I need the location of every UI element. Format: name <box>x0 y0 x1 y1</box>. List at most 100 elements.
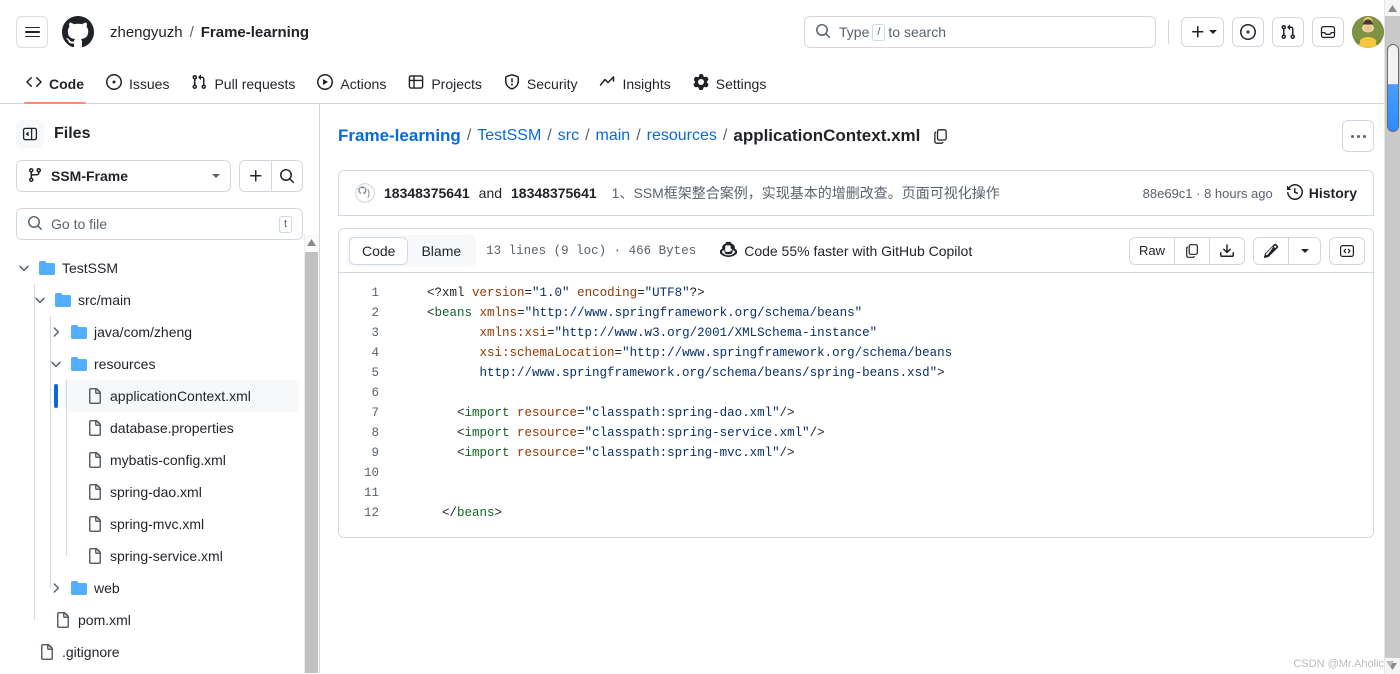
line-number[interactable]: 7 <box>339 403 379 423</box>
sidebar-scrollbar[interactable] <box>304 234 319 673</box>
edit-file-button[interactable] <box>1253 236 1289 265</box>
tab-actions[interactable]: Actions <box>307 64 396 103</box>
breadcrumb-part-3[interactable]: main <box>596 127 631 145</box>
branch-selector[interactable]: SSM-Frame <box>16 160 231 192</box>
code-token-str: "http://www.springframework.org/schema/b… <box>622 346 953 360</box>
git-pull-request-icon <box>1281 24 1296 40</box>
notifications-inbox-button[interactable] <box>1312 17 1344 47</box>
chevron-down-icon[interactable] <box>16 262 32 274</box>
breadcrumb-part-1[interactable]: TestSSM <box>477 127 541 145</box>
file-icon <box>39 644 55 660</box>
tab-settings[interactable]: Settings <box>683 64 777 103</box>
code-line: </beans> <box>427 503 1373 523</box>
issues-button[interactable] <box>1232 17 1264 47</box>
code-icon <box>26 74 42 93</box>
tree-file-spring-service-xml[interactable]: spring-service.xml <box>64 540 299 572</box>
tree-item-label: TestSSM <box>62 260 119 276</box>
tree-file-spring-mvc-xml[interactable]: spring-mvc.xml <box>64 508 299 540</box>
code-token-punct <box>427 346 480 360</box>
tree-folder-web[interactable]: web <box>48 572 299 604</box>
scroll-up-arrow-icon[interactable] <box>1385 0 1400 16</box>
tree-file-applicationcontext-xml[interactable]: applicationContext.xml <box>54 380 299 412</box>
tab-blame-view[interactable]: Blame <box>408 237 474 265</box>
scroll-down-arrow-icon[interactable] <box>1385 658 1400 674</box>
go-to-file-input[interactable]: Go to file t <box>16 208 303 240</box>
tree-file-mybatis-config-xml[interactable]: mybatis-config.xml <box>64 444 299 476</box>
page-scrollbar[interactable] <box>1384 0 1400 674</box>
search-files-button[interactable] <box>271 160 303 192</box>
copy-path-icon[interactable] <box>932 128 949 145</box>
code-token-punct <box>510 446 518 460</box>
line-number[interactable]: 4 <box>339 343 379 363</box>
tree-file--gitignore[interactable]: .gitignore <box>16 636 299 668</box>
code-token-tag: import <box>464 426 510 440</box>
line-number[interactable]: 11 <box>339 483 379 503</box>
tab-code[interactable]: Code <box>16 64 94 104</box>
tree-file-spring-dao-xml[interactable]: spring-dao.xml <box>64 476 299 508</box>
tab-insights[interactable]: Insights <box>589 64 680 103</box>
files-panel-header: Files <box>0 120 319 160</box>
header-divider <box>1168 20 1169 44</box>
raw-button[interactable]: Raw <box>1128 236 1175 265</box>
tab-code-view[interactable]: Code <box>349 236 409 265</box>
tab-projects[interactable]: Projects <box>398 64 492 103</box>
tree-folder-testssm[interactable]: TestSSM <box>16 252 299 284</box>
breadcrumb-part-2[interactable]: src <box>558 127 579 145</box>
line-number[interactable]: 10 <box>339 463 379 483</box>
breadcrumb-separator: / <box>547 127 552 144</box>
tree-item-label: pom.xml <box>78 612 131 628</box>
collapse-sidebar-icon[interactable] <box>16 120 44 148</box>
commit-author-avatar[interactable] <box>355 183 375 203</box>
copilot-cta[interactable]: Code 55% faster with GitHub Copilot <box>720 241 972 261</box>
tree-item-label: applicationContext.xml <box>110 388 251 404</box>
tree-folder-resources[interactable]: resources <box>48 348 299 380</box>
line-number[interactable]: 12 <box>339 503 379 523</box>
breadcrumb-repo[interactable]: Frame-learning <box>201 24 309 41</box>
edit-options-dropdown[interactable] <box>1289 236 1321 265</box>
tab-issues[interactable]: Issues <box>96 64 179 103</box>
commit-author-2[interactable]: 18348375641 <box>511 185 597 201</box>
sidebar-scroll-thumb[interactable] <box>305 252 318 673</box>
breadcrumb-part-4[interactable]: resources <box>647 127 717 145</box>
line-number[interactable]: 5 <box>339 363 379 383</box>
github-logo-icon[interactable] <box>62 16 94 48</box>
line-number[interactable]: 8 <box>339 423 379 443</box>
commit-message[interactable]: 1、SSM框架整合案例，实现基本的增删改查。页面可视化操作 <box>612 183 1000 203</box>
hamburger-menu-icon[interactable] <box>16 16 48 48</box>
pull-requests-button[interactable] <box>1272 17 1304 47</box>
tab-security[interactable]: Security <box>494 64 588 103</box>
tree-file-database-properties[interactable]: database.properties <box>64 412 299 444</box>
symbols-panel-button[interactable] <box>1329 236 1365 265</box>
tree-file-pom-xml[interactable]: pom.xml <box>32 604 299 636</box>
file-icon <box>87 420 103 436</box>
breadcrumb-part-0[interactable]: Frame-learning <box>338 126 461 146</box>
tree-folder-src-main[interactable]: src/main <box>32 284 299 316</box>
scroll-up-arrow-icon[interactable] <box>305 234 318 250</box>
search-input[interactable]: Type / to search <box>804 16 1156 48</box>
tab-pull-requests[interactable]: Pull requests <box>181 64 305 103</box>
tree-folder-java-com-zheng[interactable]: java/com/zheng <box>48 316 299 348</box>
file-icon <box>87 548 103 564</box>
commit-author-1[interactable]: 18348375641 <box>384 185 470 201</box>
page-scroll-thumb[interactable] <box>1387 44 1399 132</box>
code-token-punct: = <box>517 306 525 320</box>
code-content[interactable]: <?xml version="1.0" encoding="UTF8"?> <be… <box>395 283 1373 523</box>
code-token-punct: = <box>577 406 585 420</box>
copy-raw-content-button[interactable] <box>1175 236 1210 265</box>
history-link[interactable]: History <box>1286 183 1357 203</box>
breadcrumb-owner[interactable]: zhengyuzh <box>110 24 183 41</box>
code-line: <import resource="classpath:spring-servi… <box>427 423 1373 443</box>
commit-sha-and-time[interactable]: 88e69c1 · 8 hours ago <box>1143 186 1273 201</box>
go-to-file-shortcut-key: t <box>278 215 292 233</box>
more-options-button[interactable] <box>1342 120 1374 152</box>
line-number[interactable]: 6 <box>339 383 379 403</box>
line-number[interactable]: 9 <box>339 443 379 463</box>
line-number[interactable]: 2 <box>339 303 379 323</box>
avatar[interactable] <box>1352 16 1384 48</box>
line-number[interactable]: 3 <box>339 323 379 343</box>
line-number[interactable]: 1 <box>339 283 379 303</box>
download-raw-file-button[interactable] <box>1210 236 1245 265</box>
create-new-button[interactable] <box>1181 17 1224 47</box>
add-file-button[interactable] <box>239 160 271 192</box>
